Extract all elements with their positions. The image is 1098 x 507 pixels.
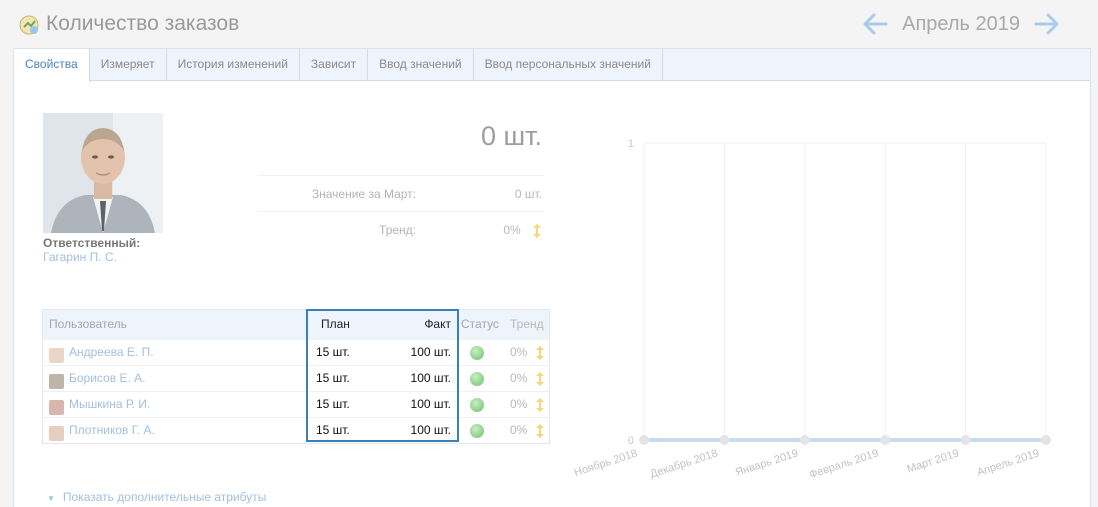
tab-history[interactable]: История изменений xyxy=(167,49,300,80)
table-row: Мышкина Р. И. 15 шт. 100 шт. 0% xyxy=(43,391,549,417)
header: Количество заказов Апрель 2019 xyxy=(0,0,1098,48)
tab-bar: Свойства Измеряет История изменений Зави… xyxy=(14,49,1090,82)
table-row: Плотников Г. А. 15 шт. 100 шт. 0% xyxy=(43,417,549,443)
user-cell[interactable]: Борисов Е. А. xyxy=(49,366,145,391)
plan-cell: 15 шт. xyxy=(316,397,350,411)
table-row: Борисов Е. А. 15 шт. 100 шт. 0% xyxy=(43,365,549,391)
col-fact: Факт xyxy=(424,317,451,331)
trend-updown-icon xyxy=(533,224,541,238)
trend-cell: 0% xyxy=(510,392,545,417)
fact-cell: 100 шт. xyxy=(410,397,451,411)
avatar xyxy=(49,348,64,363)
avatar xyxy=(49,374,64,389)
fact-cell: 100 шт. xyxy=(410,423,451,437)
plan-cell: 15 шт. xyxy=(316,371,350,385)
responsible-name-link[interactable]: Гагарин П. С. xyxy=(43,250,117,264)
data-point xyxy=(799,435,810,445)
trend-updown-icon xyxy=(535,371,544,386)
tab-properties[interactable]: Свойства xyxy=(14,49,90,82)
fact-cell: 100 шт. xyxy=(410,345,451,359)
status-ok-icon xyxy=(470,346,484,360)
tab-depends[interactable]: Зависит xyxy=(300,49,369,80)
show-more-label: Показать дополнительные атрибуты xyxy=(62,490,267,504)
responsible-label: Ответственный: xyxy=(43,236,141,250)
trend-updown-icon xyxy=(535,345,544,360)
avatar xyxy=(49,426,64,441)
trend-cell: 0% xyxy=(510,366,545,391)
trend-label: Тренд: xyxy=(379,223,416,237)
page-title: Количество заказов xyxy=(46,12,240,35)
x-tick-label: Февраль 2019 xyxy=(808,447,880,481)
user-cell[interactable]: Плотников Г. А. xyxy=(49,418,155,443)
status-ok-icon xyxy=(470,424,484,438)
plan-cell: 15 шт. xyxy=(316,423,350,437)
trend-cell: 0% xyxy=(510,340,545,365)
row-trend-value: 0% xyxy=(510,345,528,359)
trend-updown-icon xyxy=(535,423,544,438)
plan-cell: 15 шт. xyxy=(316,345,350,359)
col-user: Пользователь xyxy=(49,317,127,331)
row-trend-value: 0% xyxy=(510,371,528,385)
table-row: Андреева Е. П. 15 шт. 100 шт. 0% xyxy=(43,339,549,365)
data-point xyxy=(639,435,649,445)
data-point xyxy=(719,435,730,445)
data-point xyxy=(880,435,891,445)
y-tick-label: 0 xyxy=(628,435,634,447)
col-plan: План xyxy=(321,317,350,331)
col-trend: Тренд xyxy=(510,317,544,331)
x-tick-label: Ноябрь 2018 xyxy=(573,447,639,479)
user-name[interactable]: Борисов Е. А. xyxy=(69,366,145,391)
current-month: Апрель 2019 xyxy=(902,12,1020,35)
prev-month-arrow-icon[interactable] xyxy=(862,12,888,36)
expand-triangle-icon: ▼ xyxy=(47,494,55,503)
prev-value-label: Значение за Март: xyxy=(311,187,416,201)
month-navigator: Апрель 2019 xyxy=(862,12,1060,36)
users-table-header: Пользователь План Факт Статус Тренд xyxy=(43,310,549,339)
user-name[interactable]: Плотников Г. А. xyxy=(69,418,155,443)
trend-chart: 0 1 Ноябрь 2018 Декабрь 2018 Январь 2019 Февр… xyxy=(573,138,1051,481)
prev-value-row: Значение за Март: 0 шт. xyxy=(258,175,544,211)
x-tick-label: Март 2019 xyxy=(906,447,961,475)
tab-personal-value-input[interactable]: Ввод персональных значений xyxy=(474,49,663,80)
tab-measures[interactable]: Измеряет xyxy=(90,49,167,80)
user-cell[interactable]: Андреева Е. П. xyxy=(49,340,154,365)
data-point xyxy=(1041,435,1051,445)
x-tick-label: Январь 2019 xyxy=(734,447,800,479)
trend-updown-icon xyxy=(535,397,544,412)
kpi-value: 0 шт. xyxy=(480,121,542,151)
row-trend-value: 0% xyxy=(510,397,528,411)
x-tick-label: Декабрь 2018 xyxy=(649,447,720,480)
col-status: Статус xyxy=(461,317,499,331)
user-name[interactable]: Андреева Е. П. xyxy=(69,340,154,365)
trend-value: 0% xyxy=(503,223,521,238)
show-more-attributes-link[interactable]: ▼ Показать дополнительные атрибуты xyxy=(47,490,266,504)
users-table: Пользователь План Факт Статус Тренд Андр… xyxy=(42,309,550,444)
y-tick-label: 1 xyxy=(628,138,634,150)
trend-value-wrap: 0% xyxy=(503,223,542,239)
kpi-icon xyxy=(19,15,39,35)
status-ok-icon xyxy=(470,398,484,412)
fact-cell: 100 шт. xyxy=(410,371,451,385)
next-month-arrow-icon[interactable] xyxy=(1034,12,1060,36)
user-cell[interactable]: Мышкина Р. И. xyxy=(49,392,150,417)
trend-cell: 0% xyxy=(510,418,545,443)
data-point xyxy=(960,435,971,445)
row-trend-value: 0% xyxy=(510,423,528,437)
status-ok-icon xyxy=(470,372,484,386)
prev-value: 0 шт. xyxy=(514,187,542,201)
avatar xyxy=(49,400,64,415)
trend-row: Тренд: 0% xyxy=(258,211,544,247)
responsible-photo xyxy=(43,113,163,233)
x-tick-label: Апрель 2019 xyxy=(976,447,1041,478)
user-name[interactable]: Мышкина Р. И. xyxy=(69,392,150,417)
tab-value-input[interactable]: Ввод значений xyxy=(368,49,474,80)
